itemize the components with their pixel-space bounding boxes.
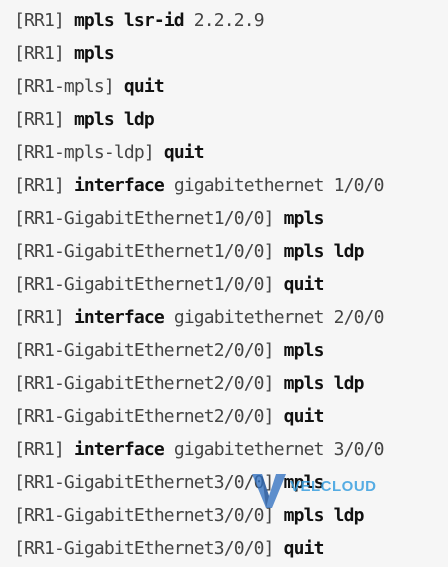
config-line: [RR1-mpls] quit <box>14 70 444 103</box>
code-block: [RR1] mpls lsr-id 2.2.2.9 [RR1] mpls [RR1-… <box>0 0 448 567</box>
line-command: quit <box>283 406 325 427</box>
line-prompt: [RR1-GigabitEthernet2/0/0] <box>14 373 275 394</box>
config-line: [RR1] interface gigabitethernet 1/0/0 <box>14 169 444 202</box>
config-line: [RR1-GigabitEthernet2/0/0] mpls ldp <box>14 367 444 400</box>
line-command: interface <box>73 307 165 328</box>
config-line: [RR1-GigabitEthernet3/0/0] mpls ldp <box>14 499 444 532</box>
line-prompt: [RR1-mpls] <box>14 76 115 97</box>
line-args: gigabitethernet 3/0/0 <box>173 439 385 460</box>
config-line: [RR1] mpls <box>14 37 444 70</box>
line-command: mpls <box>73 43 115 64</box>
line-command: mpls ldp <box>73 109 155 130</box>
line-prompt: [RR1-GigabitEthernet3/0/0] <box>14 472 275 493</box>
config-line: [RR1] mpls lsr-id 2.2.2.9 <box>14 4 444 37</box>
config-line: [RR1] interface gigabitethernet 3/0/0 <box>14 433 444 466</box>
line-command: quit <box>283 274 325 295</box>
line-command: interface <box>73 175 165 196</box>
config-lines: [RR1] mpls lsr-id 2.2.2.9 [RR1] mpls [RR1-… <box>14 4 444 565</box>
line-prompt: [RR1-GigabitEthernet1/0/0] <box>14 241 275 262</box>
line-command: quit <box>163 142 205 163</box>
line-args: gigabitethernet 1/0/0 <box>173 175 385 196</box>
line-prompt: [RR1-GigabitEthernet3/0/0] <box>14 505 275 526</box>
line-prompt: [RR1-GigabitEthernet3/0/0] <box>14 538 275 559</box>
line-prompt: [RR1-GigabitEthernet1/0/0] <box>14 208 275 229</box>
config-line: [RR1-GigabitEthernet2/0/0] quit <box>14 400 444 433</box>
line-prompt: [RR1-GigabitEthernet2/0/0] <box>14 406 275 427</box>
line-args: gigabitethernet 2/0/0 <box>173 307 385 328</box>
line-command: quit <box>123 76 165 97</box>
line-command: mpls <box>283 340 325 361</box>
config-line: [RR1-GigabitEthernet1/0/0] mpls <box>14 202 444 235</box>
line-prompt: [RR1-GigabitEthernet1/0/0] <box>14 274 275 295</box>
line-prompt: [RR1] <box>14 175 65 196</box>
config-line: [RR1-mpls-ldp] quit <box>14 136 444 169</box>
line-args: 2.2.2.9 <box>193 10 265 31</box>
line-prompt: [RR1] <box>14 10 65 31</box>
config-line: [RR1-GigabitEthernet2/0/0] mpls <box>14 334 444 367</box>
config-line: [RR1-GigabitEthernet3/0/0] mpls <box>14 466 444 499</box>
config-line: [RR1] mpls ldp <box>14 103 444 136</box>
line-command: mpls ldp <box>283 373 365 394</box>
line-prompt: [RR1] <box>14 307 65 328</box>
line-prompt: [RR1] <box>14 439 65 460</box>
line-command: quit <box>283 538 325 559</box>
line-prompt: [RR1] <box>14 109 65 130</box>
line-prompt: [RR1] <box>14 43 65 64</box>
line-command: mpls ldp <box>283 241 365 262</box>
line-command: mpls ldp <box>283 505 365 526</box>
config-line: [RR1-GigabitEthernet1/0/0] quit <box>14 268 444 301</box>
line-prompt: [RR1-mpls-ldp] <box>14 142 155 163</box>
line-command: mpls <box>283 208 325 229</box>
line-command: interface <box>73 439 165 460</box>
line-prompt: [RR1-GigabitEthernet2/0/0] <box>14 340 275 361</box>
line-command: mpls lsr-id <box>73 10 185 31</box>
config-line: [RR1-GigabitEthernet3/0/0] quit <box>14 532 444 565</box>
config-line: [RR1-GigabitEthernet1/0/0] mpls ldp <box>14 235 444 268</box>
config-line: [RR1] interface gigabitethernet 2/0/0 <box>14 301 444 334</box>
line-command: mpls <box>283 472 325 493</box>
